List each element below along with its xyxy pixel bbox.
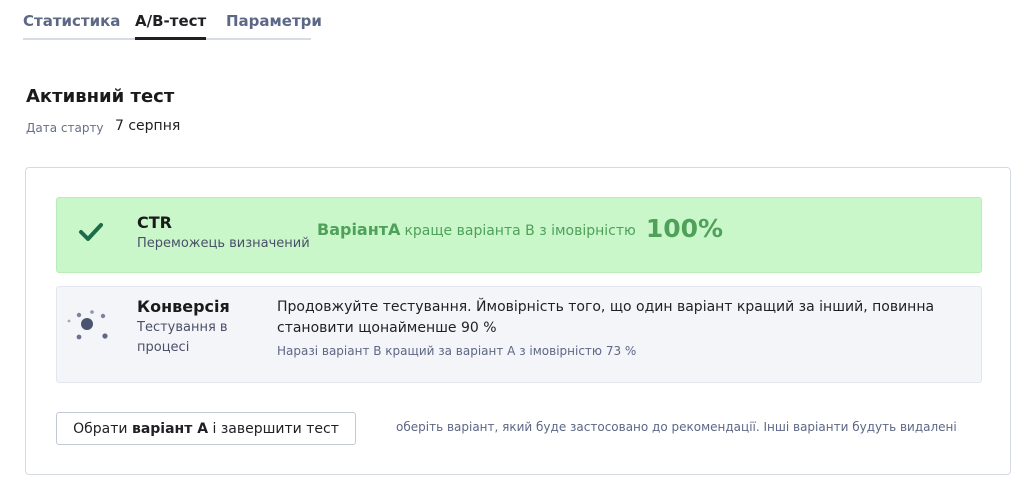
conversion-metric-name: Конверсія bbox=[137, 297, 230, 316]
check-icon bbox=[79, 223, 103, 241]
ctr-result-row: CTR Переможець визначений ВаріантА краще … bbox=[56, 197, 982, 273]
conversion-status: Тестування в процесі bbox=[137, 320, 228, 355]
start-date-value: 7 серпня bbox=[115, 118, 181, 134]
winner-variant: ВаріантА bbox=[317, 220, 401, 239]
ctr-metric-name: CTR bbox=[137, 213, 172, 232]
winner-probability: 100% bbox=[645, 214, 724, 243]
tab-ab-test[interactable]: А/В-тест bbox=[135, 12, 207, 40]
test-card: CTR Переможець визначений ВаріантА краще … bbox=[25, 167, 1011, 475]
ctr-winner-line: ВаріантА краще варіанта В з імовірністю 10… bbox=[317, 212, 724, 243]
conversion-note: Наразі варіант В кращий за варіант А з і… bbox=[277, 344, 637, 358]
loading-icon bbox=[67, 310, 108, 340]
tab-bar: Статистика А/В-тест Параметри bbox=[23, 0, 322, 40]
button-suffix: і завершити тест bbox=[208, 420, 339, 437]
conversion-result-row: Конверсія Тестування в процесі Продовжуй… bbox=[56, 286, 982, 383]
tab-parameters[interactable]: Параметри bbox=[226, 12, 322, 40]
choose-variant-finish-button[interactable]: Обрати варіант А і завершити тест bbox=[56, 412, 356, 445]
tab-statistics[interactable]: Статистика bbox=[23, 12, 120, 40]
page-title: Активний тест bbox=[26, 86, 175, 107]
button-variant: варіант А bbox=[131, 420, 209, 437]
start-date-label: Дата старту bbox=[26, 121, 104, 135]
winner-text: краще варіанта В з імовірністю bbox=[404, 223, 636, 239]
button-prefix: Обрати bbox=[73, 420, 132, 437]
finish-hint: оберіть варіант, який буде застосовано д… bbox=[396, 420, 957, 434]
ctr-status: Переможець визначений bbox=[137, 236, 310, 251]
conversion-message: Продовжуйте тестування. Ймовірність того… bbox=[277, 299, 935, 336]
